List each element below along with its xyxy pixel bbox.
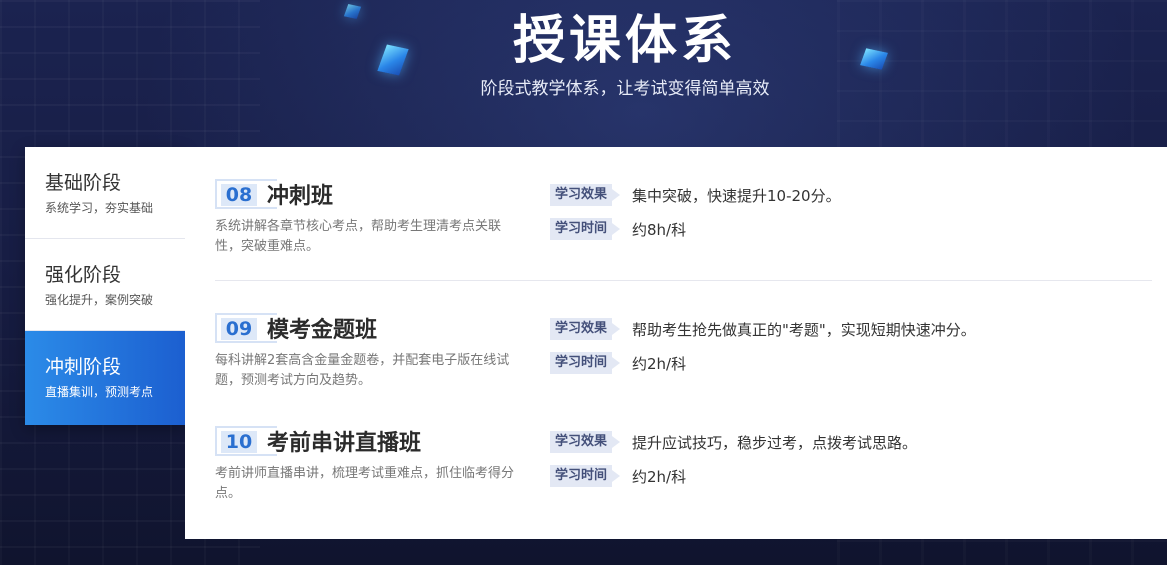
time-value: 约2h/科 [632,354,687,373]
effect-tag: 学习效果 [550,431,620,453]
time-tag: 学习时间 [550,352,620,374]
page-title: 授课体系 [512,11,737,71]
course-item: 09 模考金题班 每科讲解2套高含金量金题卷，并配套电子版在线试题，预测考试方向… [215,311,1152,401]
effect-tag: 学习效果 [550,184,620,206]
stage-name: 基础阶段 [45,172,122,194]
course-number-badge: 10 [215,426,277,456]
stage-name: 强化阶段 [45,264,122,286]
stage-desc: 直播集训，预测考点 [45,385,154,399]
course-number-badge: 08 [215,179,277,209]
effect-value: 提升应试技巧，稳步过考，点拨考试思路。 [632,433,918,452]
course-info: 学习效果 集中突破，快速提升10-20分。 学习时间 约8h/科 [550,183,841,251]
effect-value: 集中突破，快速提升10-20分。 [632,186,841,205]
course-number: 08 [221,184,257,206]
effect-tag: 学习效果 [550,318,620,340]
course-item: 08 冲刺班 系统讲解各章节核心考点，帮助考生理清考点关联性，突破重难点。 学习… [215,177,1152,281]
stage-tab-intensive[interactable]: 强化阶段 强化提升，案例突破 [25,239,185,331]
stage-tab-sprint[interactable]: 冲刺阶段 直播集训，预测考点 [25,331,185,425]
course-desc: 考前讲师直播串讲，梳理考试重难点，抓住临考得分点。 [215,466,515,501]
course-item: 10 考前串讲直播班 考前讲师直播串讲，梳理考试重难点，抓住临考得分点。 学习效… [215,424,1152,514]
time-value: 约8h/科 [632,220,687,239]
course-name: 模考金题班 [267,318,378,343]
stage-desc: 强化提升，案例突破 [45,293,154,307]
time-value: 约2h/科 [632,467,687,486]
course-info: 学习效果 帮助考生抢先做真正的"考题"，实现短期快速冲分。 学习时间 约2h/科 [550,317,976,385]
course-number-badge: 09 [215,313,277,343]
effect-value: 帮助考生抢先做真正的"考题"，实现短期快速冲分。 [632,320,976,339]
course-desc: 系统讲解各章节核心考点，帮助考生理清考点关联性，突破重难点。 [215,219,502,254]
page-subtitle: 阶段式教学体系，让考试变得简单高效 [480,79,770,99]
course-name: 考前串讲直播班 [267,431,422,456]
stage-desc: 系统学习，夯实基础 [45,201,154,215]
stage-sidebar: 基础阶段 系统学习，夯实基础 强化阶段 强化提升，案例突破 冲刺阶段 直播集训，… [25,147,185,425]
stage-name: 冲刺阶段 [45,356,122,378]
time-tag: 学习时间 [550,218,620,240]
time-tag: 学习时间 [550,465,620,487]
course-number: 10 [221,431,257,453]
page-header: 授课体系 阶段式教学体系，让考试变得简单高效 [0,8,1167,101]
course-number: 09 [221,318,257,340]
course-panel: 08 冲刺班 系统讲解各章节核心考点，帮助考生理清考点关联性，突破重难点。 学习… [185,147,1167,539]
course-desc: 每科讲解2套高含金量金题卷，并配套电子版在线试题，预测考试方向及趋势。 [215,353,510,388]
course-info: 学习效果 提升应试技巧，稳步过考，点拨考试思路。 学习时间 约2h/科 [550,430,917,498]
stage-tab-basic[interactable]: 基础阶段 系统学习，夯实基础 [25,147,185,239]
